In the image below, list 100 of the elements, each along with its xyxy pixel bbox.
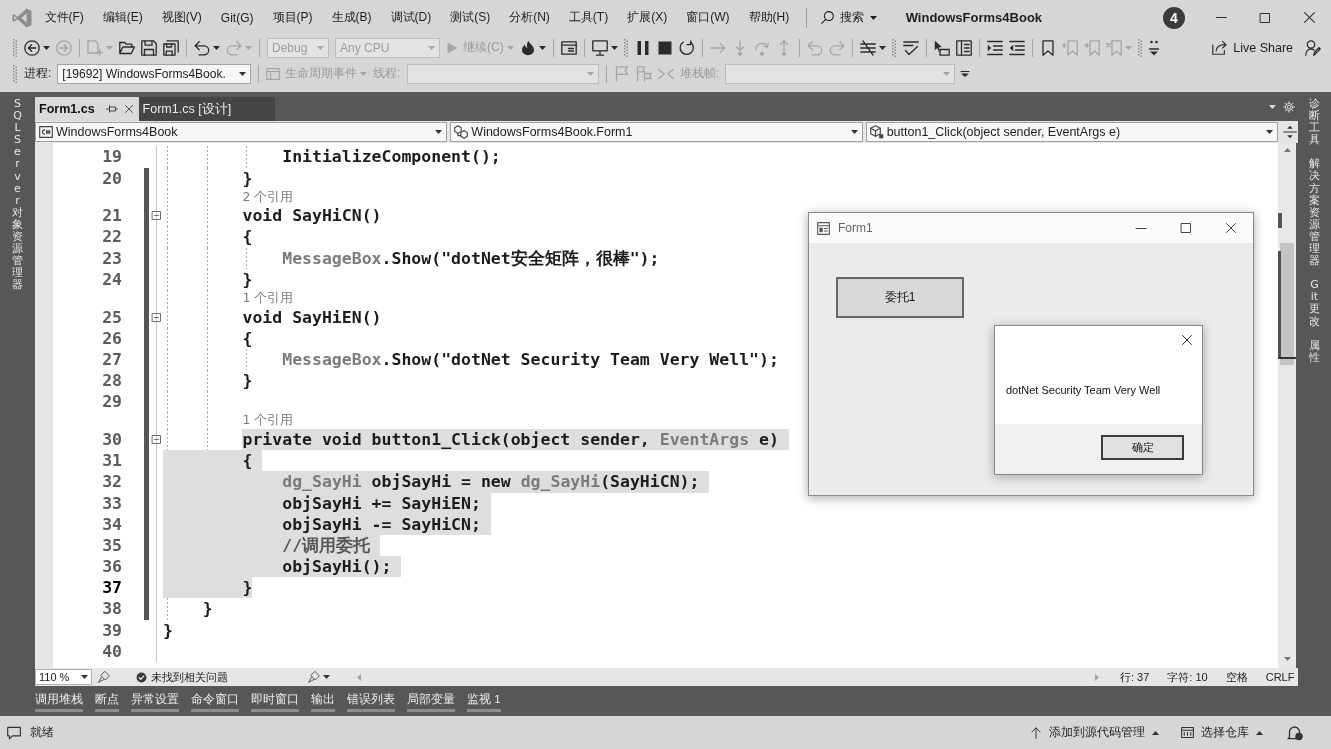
tool-window-tab[interactable]: 输出 xyxy=(311,692,335,712)
window-icon[interactable] xyxy=(560,39,577,56)
source-control-button[interactable]: 添加到源代码管理 xyxy=(1030,724,1159,741)
indent-icon[interactable] xyxy=(986,39,1003,56)
cursor-column[interactable]: 字符: 10 xyxy=(1167,669,1208,685)
save-icon[interactable] xyxy=(141,39,157,56)
speech-bubble-icon[interactable] xyxy=(7,725,21,740)
repository-button[interactable]: 选择仓库 xyxy=(1181,724,1263,741)
tool-window-tab[interactable]: 即时窗口 xyxy=(251,692,299,712)
tool-window-tab[interactable]: 命令窗口 xyxy=(191,692,239,712)
document-icon[interactable] xyxy=(955,39,972,56)
flame-icon[interactable] xyxy=(519,39,536,56)
restart-icon[interactable] xyxy=(678,39,695,56)
outdent-icon[interactable] xyxy=(1008,39,1025,56)
close-icon[interactable] xyxy=(124,105,133,113)
reference-count[interactable]: 1 个引用 xyxy=(242,412,294,430)
toolbar-grip[interactable] xyxy=(891,38,896,57)
person-edit-icon[interactable] xyxy=(1305,39,1321,56)
back-icon[interactable] xyxy=(24,39,40,56)
brush-icon[interactable] xyxy=(98,671,110,683)
document-tab[interactable]: Form1.cs xyxy=(35,97,139,121)
side-tab[interactable]: 解决方案资源管理器 xyxy=(1309,158,1320,268)
tool-window-tab[interactable]: 监视 1 xyxy=(467,692,501,712)
minimize-icon[interactable] xyxy=(1215,17,1227,18)
toolbar-grip[interactable] xyxy=(13,38,17,57)
caret-icon[interactable] xyxy=(878,45,886,50)
zoom-dropdown[interactable]: 110 % xyxy=(35,669,92,685)
pin-icon[interactable] xyxy=(105,105,118,113)
crossed-lines-icon[interactable] xyxy=(859,39,876,56)
bookmark-icon[interactable] xyxy=(1039,39,1056,56)
maximize-icon[interactable] xyxy=(1180,223,1191,233)
settings-icon[interactable] xyxy=(1283,100,1295,113)
split-icon[interactable] xyxy=(1282,125,1297,139)
save-all-icon[interactable] xyxy=(163,39,179,56)
indentation-mode[interactable]: 空格 xyxy=(1225,669,1248,685)
side-tab[interactable]: Git 更改 xyxy=(1309,279,1320,328)
menu-item[interactable]: 窗口(W) xyxy=(676,6,739,29)
menu-item[interactable]: 调试(D) xyxy=(381,6,441,29)
scroll-down-icon[interactable] xyxy=(1283,657,1291,661)
pointer-icon[interactable] xyxy=(933,39,950,56)
tool-window-tab[interactable]: 断点 xyxy=(95,692,119,712)
menu-item[interactable]: 文件(F) xyxy=(35,6,94,29)
collapse-icon[interactable] xyxy=(151,211,161,221)
caret-icon[interactable] xyxy=(323,675,330,679)
menu-item[interactable]: 测试(S) xyxy=(440,6,500,29)
collapse-icon[interactable] xyxy=(151,312,161,322)
stop-icon[interactable] xyxy=(656,39,673,56)
close-icon[interactable] xyxy=(1303,12,1315,23)
toolbar-grip[interactable] xyxy=(623,38,628,57)
caret-icon[interactable] xyxy=(43,45,50,50)
caret-icon[interactable] xyxy=(610,45,618,50)
caret-icon[interactable] xyxy=(1269,104,1276,109)
close-icon[interactable] xyxy=(1225,223,1236,233)
navigation-dropdown[interactable]: button1_Click(object sender, EventArgs e) xyxy=(865,122,1278,142)
side-tab[interactable]: 诊断工具 xyxy=(1309,98,1320,147)
caret-icon[interactable] xyxy=(538,45,546,50)
side-tab[interactable]: SQL Server 对象资源管理器 xyxy=(12,98,23,292)
navigation-dropdown[interactable]: WindowsForms4Book xyxy=(35,122,448,142)
dropdown[interactable]: [19692] WindowsForms4Book. xyxy=(57,63,252,84)
minimize-icon[interactable] xyxy=(1135,227,1146,229)
menu-item[interactable]: 工具(T) xyxy=(559,6,618,29)
maximize-icon[interactable] xyxy=(1260,12,1270,23)
side-tab[interactable]: 属性 xyxy=(1309,339,1320,364)
tool-window-tab[interactable]: 调用堆栈 xyxy=(35,692,83,712)
open-folder-icon[interactable] xyxy=(119,39,135,56)
menu-item[interactable]: 生成(B) xyxy=(322,6,381,29)
account-badge[interactable]: 4 xyxy=(1163,6,1185,29)
overflow-icon[interactable] xyxy=(961,70,970,77)
vertical-scrollbar[interactable] xyxy=(1278,143,1296,668)
caret-icon[interactable] xyxy=(213,45,220,50)
monitor-icon[interactable] xyxy=(591,39,608,56)
brush-icon[interactable] xyxy=(308,671,320,683)
live-share-button[interactable]: Live Share xyxy=(1212,40,1293,55)
navigation-dropdown[interactable]: WindowsForms4Book.Form1 xyxy=(450,122,863,142)
ok-button[interactable]: 确定 xyxy=(1101,435,1184,460)
bell-icon[interactable] xyxy=(1287,724,1303,741)
tool-window-tab[interactable]: 局部变量 xyxy=(407,692,455,712)
form-button[interactable]: 委托1 xyxy=(836,277,964,318)
scroll-up-icon[interactable] xyxy=(1283,148,1291,152)
cursor-line[interactable]: 行: 37 xyxy=(1120,669,1150,685)
menu-item[interactable]: Git(G) xyxy=(211,7,263,28)
document-tab[interactable]: Form1.cs [设计] xyxy=(138,97,276,121)
reference-count[interactable]: 1 个引用 xyxy=(242,289,294,307)
overflow-icon[interactable] xyxy=(1148,39,1159,56)
toolbar-grip[interactable] xyxy=(13,64,17,83)
close-icon[interactable] xyxy=(1182,335,1192,345)
menu-item[interactable]: 帮助(H) xyxy=(739,6,799,29)
search-button[interactable]: 搜索 xyxy=(815,6,882,29)
issues-status[interactable]: 未找到相关问题 xyxy=(151,669,228,685)
reference-count[interactable]: 2 个引用 xyxy=(242,188,294,206)
line-ending[interactable]: CRLF xyxy=(1265,671,1295,683)
menu-item[interactable]: 视图(V) xyxy=(152,6,212,29)
toolbar-grip[interactable] xyxy=(1137,38,1142,57)
tool-window-tab[interactable]: 异常设置 xyxy=(131,692,179,712)
undo-icon[interactable] xyxy=(194,39,210,56)
menu-item[interactable]: 编辑(E) xyxy=(93,6,153,29)
collapse-icon[interactable] xyxy=(151,435,161,445)
menu-item[interactable]: 分析(N) xyxy=(499,6,560,29)
tool-window-tab[interactable]: 错误列表 xyxy=(347,692,395,712)
checklist-icon[interactable] xyxy=(902,39,919,56)
